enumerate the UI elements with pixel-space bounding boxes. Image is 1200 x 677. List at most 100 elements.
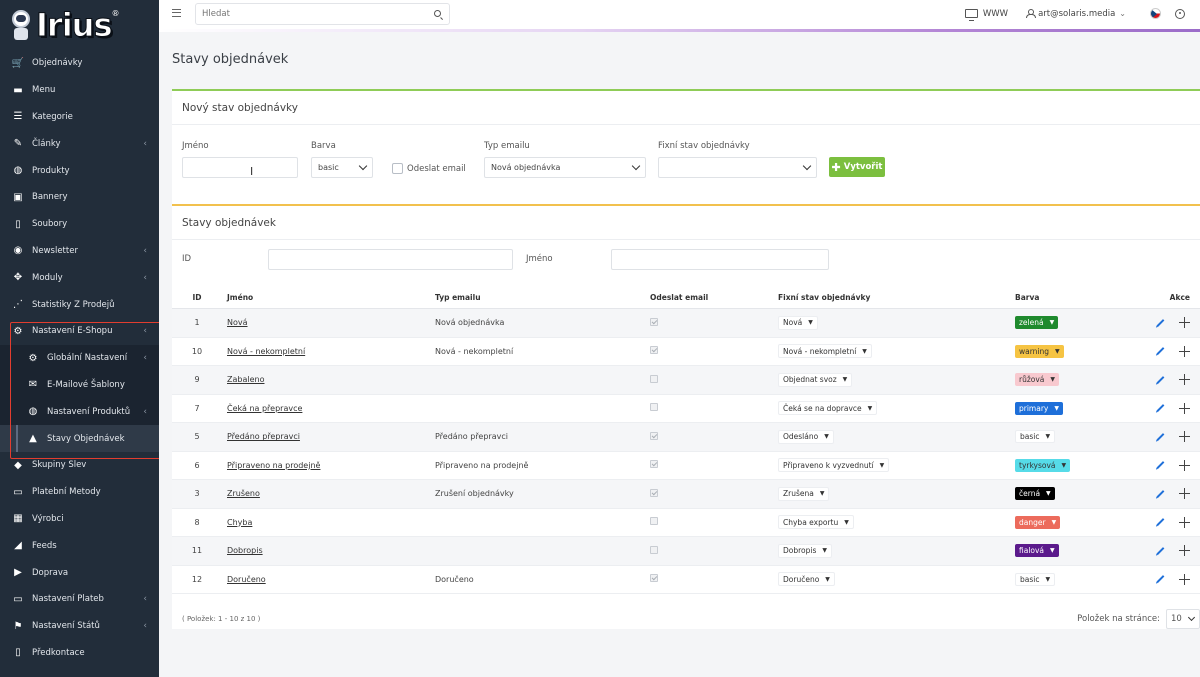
- color-badge[interactable]: tyrkysová ▼: [1015, 458, 1071, 472]
- move-arrows-icon[interactable]: [1179, 402, 1190, 414]
- edit-pencil-icon[interactable]: [1156, 461, 1165, 470]
- state-name-link[interactable]: Zrušeno: [227, 489, 260, 498]
- sidebar-item-16[interactable]: ▭ Platební Metody: [0, 479, 159, 506]
- sidebar-item-10[interactable]: ⚙ Nastavení E-Shopu ‹: [0, 318, 159, 345]
- send-email-checkbox[interactable]: [650, 403, 658, 412]
- czech-flag-icon[interactable]: [1150, 8, 1161, 19]
- fixed-state-dropdown[interactable]: Nová - nekompletní ▼: [778, 344, 872, 359]
- send-email-checkbox[interactable]: [650, 374, 658, 383]
- state-name-link[interactable]: Předáno přepravci: [227, 432, 300, 441]
- create-button[interactable]: ✚ Vytvořit: [829, 157, 885, 177]
- move-arrows-icon[interactable]: [1179, 431, 1190, 443]
- move-arrows-icon[interactable]: [1179, 317, 1190, 329]
- edit-pencil-icon[interactable]: [1156, 318, 1165, 327]
- send-email-checkbox[interactable]: [650, 346, 658, 355]
- col-color[interactable]: Barva: [1015, 293, 1145, 302]
- state-name-link[interactable]: Chyba: [227, 518, 252, 527]
- power-icon[interactable]: [1175, 8, 1185, 19]
- search-input[interactable]: [195, 3, 450, 25]
- sidebar-item-4[interactable]: ◍ Produkty: [0, 157, 159, 184]
- color-select[interactable]: basic: [311, 157, 373, 178]
- sidebar-item-0[interactable]: 🛒 Objednávky: [0, 50, 159, 77]
- sidebar-item-18[interactable]: ◢ Feeds: [0, 532, 159, 559]
- sidebar-item-15[interactable]: ◆ Skupiny Slev: [0, 452, 159, 479]
- sidebar-item-2[interactable]: ☰ Kategorie: [0, 104, 159, 131]
- fixed-state-dropdown[interactable]: Chyba exportu ▼: [778, 515, 854, 530]
- sidebar-item-1[interactable]: ▬ Menu: [0, 77, 159, 104]
- sidebar-item-8[interactable]: ✥ Moduly ‹: [0, 264, 159, 291]
- fixed-state-dropdown[interactable]: Nová ▼: [778, 315, 818, 330]
- move-arrows-icon[interactable]: [1179, 374, 1190, 386]
- filter-name-input[interactable]: [611, 249, 829, 270]
- state-name-link[interactable]: Připraveno na prodejně: [227, 461, 320, 470]
- sidebar-item-11[interactable]: ⚙ Globální Nastavení ‹: [0, 344, 159, 372]
- send-email-checkbox[interactable]: [650, 431, 658, 440]
- sidebar-item-17[interactable]: ▦ Výrobci: [0, 506, 159, 533]
- send-email-checkbox[interactable]: [650, 488, 658, 497]
- sidebar-item-3[interactable]: ✎ Články ‹: [0, 130, 159, 157]
- sidebar-item-9[interactable]: ⋰ Statistiky Z Prodejů: [0, 291, 159, 318]
- color-badge[interactable]: warning ▼: [1015, 344, 1064, 358]
- fixed-state-dropdown[interactable]: Dobropis ▼: [778, 543, 833, 558]
- color-badge[interactable]: basic ▼: [1015, 572, 1056, 586]
- move-arrows-icon[interactable]: [1179, 488, 1190, 500]
- state-name-link[interactable]: Nová - nekompletní: [227, 347, 305, 356]
- user-email[interactable]: art@solaris.media: [1038, 9, 1115, 19]
- col-send-email[interactable]: Odeslat email: [650, 293, 778, 302]
- color-badge[interactable]: růžová ▼: [1015, 373, 1060, 387]
- move-arrows-icon[interactable]: [1179, 573, 1190, 585]
- filter-id-input[interactable]: [268, 249, 513, 270]
- edit-pencil-icon[interactable]: [1156, 432, 1165, 441]
- state-name-link[interactable]: Dobropis: [227, 546, 263, 555]
- color-badge[interactable]: danger ▼: [1015, 515, 1061, 529]
- fixed-state-dropdown[interactable]: Zrušena ▼: [778, 486, 830, 501]
- edit-pencil-icon[interactable]: [1156, 489, 1165, 498]
- state-name-link[interactable]: Doručeno: [227, 575, 266, 584]
- color-badge[interactable]: fialová ▼: [1015, 544, 1059, 558]
- send-email-checkbox[interactable]: [650, 574, 658, 583]
- move-arrows-icon[interactable]: [1179, 345, 1190, 357]
- sidebar-item-7[interactable]: ◉ Newsletter ‹: [0, 238, 159, 265]
- fixed-state-dropdown[interactable]: Objednat svoz ▼: [778, 372, 853, 387]
- col-id[interactable]: ID: [172, 293, 222, 302]
- color-badge[interactable]: černá ▼: [1015, 487, 1055, 501]
- state-name-link[interactable]: Čeká na přepravce: [227, 404, 302, 413]
- sidebar-item-6[interactable]: ▯ Soubory: [0, 211, 159, 238]
- send-email-checkbox[interactable]: [650, 317, 658, 326]
- brand-logo[interactable]: Irius ®: [0, 0, 159, 50]
- color-badge[interactable]: primary ▼: [1015, 401, 1063, 415]
- send-email-checkbox[interactable]: [392, 163, 403, 174]
- sidebar-item-21[interactable]: ⚑ Nastavení Států ‹: [0, 613, 159, 640]
- email-type-select[interactable]: Nová objednávka: [484, 157, 646, 178]
- state-name-link[interactable]: Zabaleno: [227, 375, 264, 384]
- move-arrows-icon[interactable]: [1179, 516, 1190, 528]
- state-name-link[interactable]: Nová: [227, 318, 248, 327]
- fixed-state-dropdown[interactable]: Odesláno ▼: [778, 429, 834, 444]
- color-badge[interactable]: zelená ▼: [1015, 316, 1059, 330]
- move-arrows-icon[interactable]: [1179, 459, 1190, 471]
- col-name[interactable]: Jméno: [222, 293, 435, 302]
- sidebar-item-5[interactable]: ▣ Bannery: [0, 184, 159, 211]
- monitor-icon[interactable]: [964, 9, 978, 21]
- fixed-state-dropdown[interactable]: Doručeno ▼: [778, 572, 835, 587]
- edit-pencil-icon[interactable]: [1156, 546, 1165, 555]
- www-link[interactable]: WWW: [983, 9, 1008, 19]
- sidebar-item-22[interactable]: ▯ Předkontace: [0, 640, 159, 667]
- search-icon[interactable]: [434, 10, 441, 17]
- send-email-checkbox[interactable]: [650, 517, 658, 526]
- sidebar-item-20[interactable]: ▭ Nastavení Plateb ‹: [0, 586, 159, 613]
- edit-pencil-icon[interactable]: [1156, 404, 1165, 413]
- col-fixed-state[interactable]: Fixní stav objednávky: [778, 293, 1015, 302]
- chevron-down-icon[interactable]: ⌄: [1119, 9, 1126, 18]
- sidebar-item-12[interactable]: ✉ E-Mailové Šablony: [0, 371, 159, 399]
- fixed-state-dropdown[interactable]: Čeká se na dopravce ▼: [778, 401, 878, 416]
- send-email-checkbox[interactable]: [650, 460, 658, 469]
- edit-pencil-icon[interactable]: [1156, 575, 1165, 584]
- color-badge[interactable]: basic ▼: [1015, 430, 1056, 444]
- fixed-state-select[interactable]: [658, 157, 817, 178]
- edit-pencil-icon[interactable]: [1156, 347, 1165, 356]
- per-page-select[interactable]: 10: [1166, 609, 1200, 629]
- sidebar-item-13[interactable]: ◍ Nastavení Produktů ‹: [0, 398, 159, 426]
- sidebar-item-19[interactable]: ▶ Doprava: [0, 559, 159, 586]
- col-email-type[interactable]: Typ emailu: [435, 293, 650, 302]
